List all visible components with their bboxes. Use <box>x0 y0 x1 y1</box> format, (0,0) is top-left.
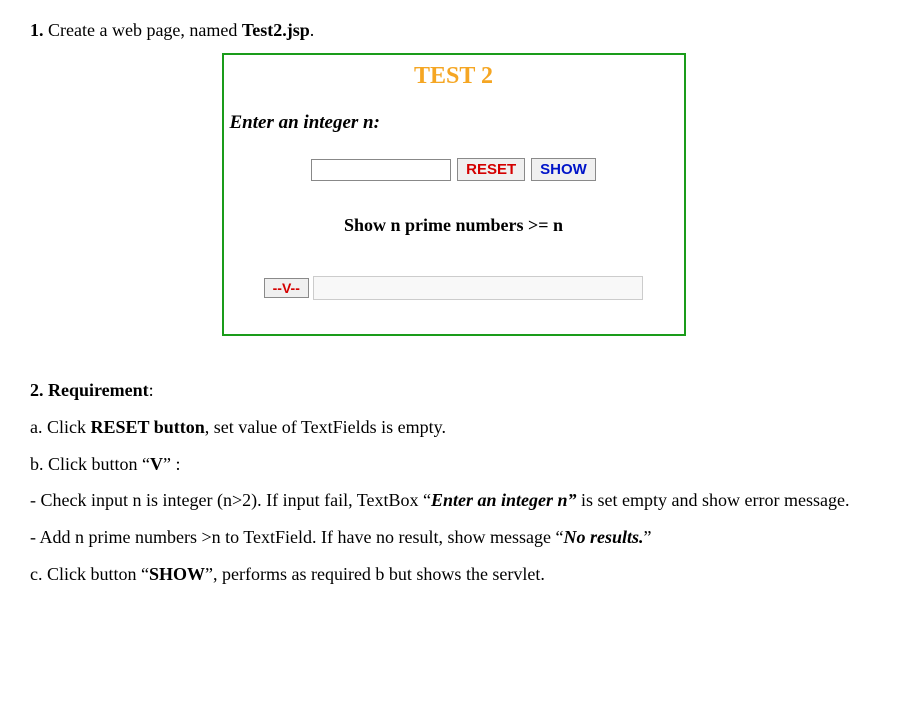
period: . <box>310 20 315 40</box>
req-colon: : <box>149 380 154 400</box>
result-field[interactable] <box>313 276 643 300</box>
item-number-2: 2. <box>30 380 48 400</box>
req-b1-post: is set empty and show error message. <box>581 490 849 510</box>
form-title: TEST 2 <box>224 63 684 90</box>
req-a-pre: a. Click <box>30 417 91 437</box>
req-a: a. Click RESET button, set value of Text… <box>30 413 877 442</box>
item-number-1: 1. <box>30 20 48 40</box>
req-c-post: ”, performs as required b but shows the … <box>205 564 545 584</box>
requirement-section: 2. Requirement: a. Click RESET button, s… <box>30 376 877 589</box>
text-create: Create a web page, named <box>48 20 242 40</box>
req-b: b. Click button “V” : <box>30 450 877 479</box>
req-b2-pre: - Add n prime numbers >n to TextField. I… <box>30 527 563 547</box>
input-row: RESET SHOW <box>224 158 684 181</box>
req-b2-post: ” <box>643 527 651 547</box>
prime-subheading: Show n prime numbers >= n <box>224 215 684 236</box>
req-b-pre: b. Click button “ <box>30 454 150 474</box>
req-b1: - Check input n is integer (n>2). If inp… <box>30 486 877 515</box>
input-prompt: Enter an integer n: <box>224 108 684 158</box>
req-b-bold: V <box>150 454 163 474</box>
req-c: c. Click button “SHOW”, performs as requ… <box>30 560 877 589</box>
req-a-post: , set value of TextFields is empty. <box>205 417 446 437</box>
req-b1-pre: - Check input n is integer (n>2). If inp… <box>30 490 431 510</box>
req-c-bold: SHOW <box>149 564 205 584</box>
show-button[interactable]: SHOW <box>531 158 596 181</box>
req-b2-ital: No results. <box>563 527 643 547</box>
reset-button[interactable]: RESET <box>457 158 525 181</box>
integer-input[interactable] <box>311 159 451 181</box>
req-b-post: ” : <box>163 454 181 474</box>
req-b2: - Add n prime numbers >n to TextField. I… <box>30 523 877 552</box>
req-b1-ital: Enter an integer n” <box>431 490 581 510</box>
filename: Test2.jsp <box>242 20 310 40</box>
form-container: TEST 2 Enter an integer n: RESET SHOW Sh… <box>222 53 686 336</box>
req-c-pre: c. Click button “ <box>30 564 149 584</box>
req-a-bold: RESET button <box>91 417 205 437</box>
v-button[interactable]: --V-- <box>264 278 309 298</box>
requirement-word: Requirement <box>48 380 149 400</box>
requirement-heading: 2. Requirement: <box>30 376 877 405</box>
instruction-line-1: 1. Create a web page, named Test2.jsp. <box>30 20 877 41</box>
